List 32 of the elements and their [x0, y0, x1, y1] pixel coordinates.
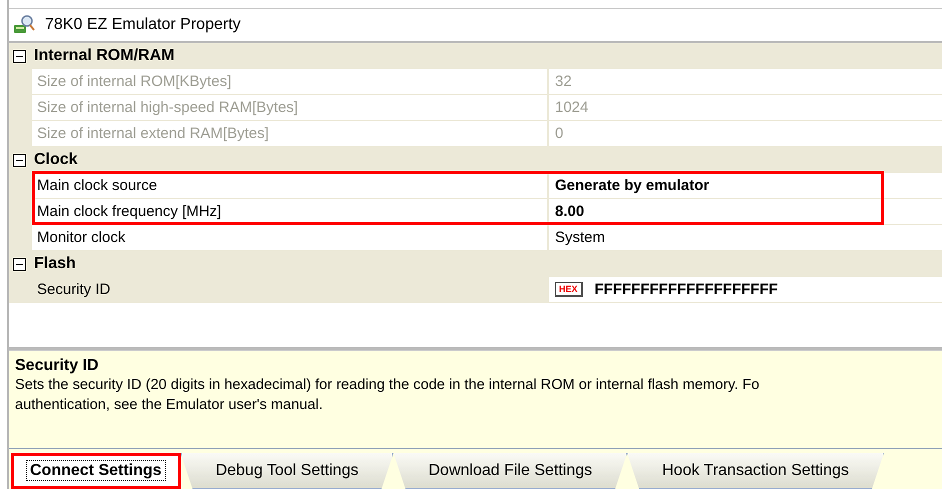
property-name[interactable]: Security ID — [32, 277, 549, 302]
description-text: Sets the security ID (20 digits in hexadecimal) for reading the code in the internal ROM or internal flash memory. Fo — [15, 376, 760, 395]
category-label: Internal ROM/RAM — [34, 47, 174, 65]
tab[interactable]: Hook Transaction Settings — [627, 453, 884, 489]
window-title: 78K0 EZ Emulator Property — [45, 16, 241, 34]
value-text: Generate by emulator — [555, 177, 710, 194]
property-name[interactable]: Monitor clock — [32, 225, 549, 250]
property-value[interactable]: HEX FFFFFFFFFFFFFFFFFFFF — [549, 277, 942, 302]
value-text: FFFFFFFFFFFFFFFFFFFF — [594, 281, 778, 298]
category-row[interactable]: Clock — [9, 147, 942, 173]
collapse-icon[interactable] — [13, 154, 26, 166]
tab[interactable]: Debug Tool Settings — [180, 453, 394, 489]
category-label: Flash — [34, 255, 76, 273]
tab[interactable]: Download File Settings — [393, 453, 628, 489]
hex-badge: HEX — [555, 282, 583, 297]
collapse-icon[interactable] — [13, 258, 26, 270]
property-value[interactable]: 8.00 — [549, 199, 942, 224]
property-value[interactable]: System — [549, 225, 942, 250]
value-text: 1024 — [555, 99, 588, 116]
description-title: Security ID — [15, 357, 100, 375]
property-value[interactable]: Generate by emulator — [549, 173, 942, 198]
value-text: 8.00 — [555, 203, 584, 220]
value-text: 32 — [555, 73, 572, 90]
emulator-magnifier-icon — [13, 14, 35, 36]
description-text: authentication, see the Emulator user's manual. — [15, 396, 324, 415]
value-text: 0 — [555, 125, 564, 142]
category-row[interactable]: Internal ROM/RAM — [9, 43, 942, 69]
collapse-icon[interactable] — [13, 50, 26, 62]
category-label: Clock — [34, 151, 78, 169]
category-row[interactable]: Flash — [9, 251, 942, 277]
value-text: System — [555, 229, 606, 246]
tab[interactable]: Connect Settings — [11, 453, 181, 489]
